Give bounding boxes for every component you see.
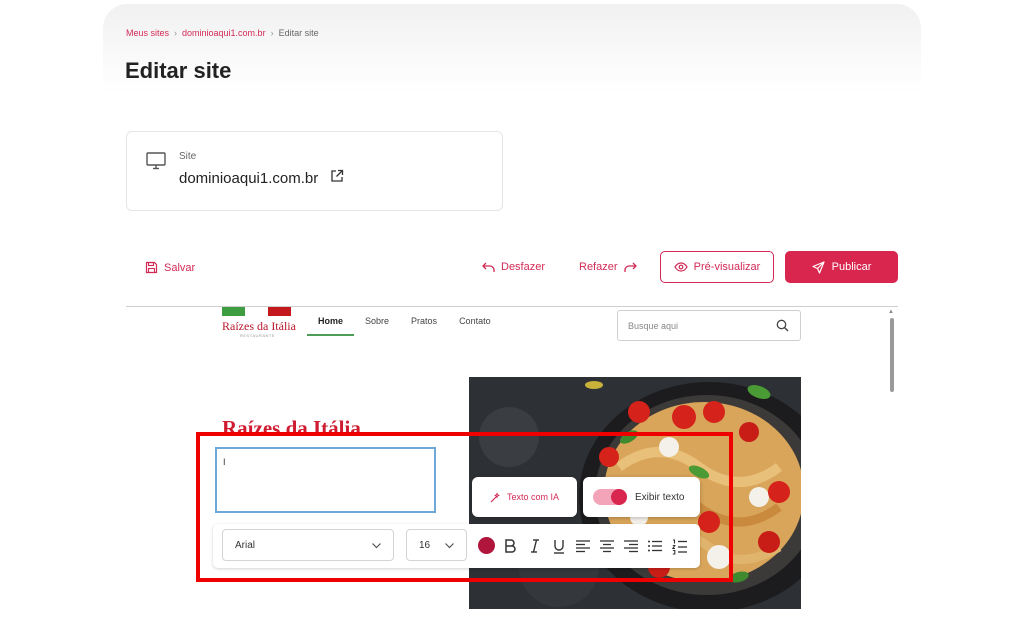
font-family-value: Arial bbox=[235, 539, 256, 551]
nav-item-pratos[interactable]: Pratos bbox=[400, 316, 448, 336]
save-button[interactable]: Salvar bbox=[145, 261, 195, 274]
align-center-icon[interactable] bbox=[598, 537, 616, 555]
preview-button[interactable]: Pré-visualizar bbox=[660, 251, 774, 283]
ai-text-label: Texto com IA bbox=[506, 492, 560, 502]
scroll-up-icon[interactable]: ▲ bbox=[888, 309, 894, 315]
redo-label: Refazer bbox=[579, 261, 618, 273]
logo-name: Raízes da Itália bbox=[222, 319, 296, 333]
site-label: Site bbox=[179, 151, 197, 162]
undo-label: Desfazer bbox=[501, 261, 546, 273]
send-icon bbox=[812, 260, 825, 274]
site-domain: dominioaqui1.com.br bbox=[179, 170, 319, 187]
nav-item-home[interactable]: Home bbox=[307, 316, 355, 336]
flag-red-stripe bbox=[268, 307, 291, 316]
font-size-select[interactable]: 16 bbox=[406, 529, 467, 561]
show-text-toggle[interactable] bbox=[593, 489, 627, 505]
breadcrumb-domain[interactable]: dominioaqui1.com.br bbox=[182, 28, 266, 38]
undo-icon bbox=[482, 262, 495, 272]
chevron-down-icon bbox=[372, 543, 381, 549]
flag-green-stripe bbox=[222, 307, 245, 316]
font-size-value: 16 bbox=[419, 539, 431, 551]
bullet-list-icon[interactable] bbox=[646, 537, 664, 555]
align-left-icon[interactable] bbox=[574, 537, 592, 555]
eye-icon bbox=[673, 262, 688, 272]
magic-wand-icon bbox=[490, 491, 500, 502]
save-label: Salvar bbox=[164, 261, 196, 274]
undo-button[interactable]: Desfazer bbox=[482, 261, 545, 273]
chevron-right-icon: › bbox=[270, 28, 274, 38]
save-icon bbox=[145, 261, 158, 274]
align-right-icon[interactable] bbox=[622, 537, 640, 555]
chevron-right-icon: › bbox=[174, 28, 178, 38]
font-family-select[interactable]: Arial bbox=[222, 529, 394, 561]
show-text-label: Exibir texto bbox=[635, 491, 685, 503]
preview-label: Pré-visualizar bbox=[693, 261, 761, 273]
site-logo[interactable]: Raízes da Itália RESTAURANTE bbox=[222, 307, 296, 341]
publish-label: Publicar bbox=[831, 261, 872, 273]
breadcrumb-my-sites[interactable]: Meus sites bbox=[126, 28, 169, 38]
publish-button[interactable]: Publicar bbox=[785, 251, 898, 283]
hero-title: Raízes da Itália bbox=[222, 416, 361, 440]
breadcrumb-current: Editar site bbox=[278, 28, 319, 38]
show-text-toggle-card: Exibir texto bbox=[583, 477, 700, 517]
search-icon[interactable] bbox=[776, 319, 789, 332]
toggle-knob bbox=[611, 489, 627, 505]
numbered-list-icon[interactable] bbox=[671, 537, 689, 555]
nav-item-sobre[interactable]: Sobre bbox=[354, 316, 400, 336]
site-card: Site dominioaqui1.com.br bbox=[126, 131, 503, 211]
external-link-icon[interactable] bbox=[330, 169, 344, 183]
redo-icon bbox=[623, 262, 637, 272]
bold-icon[interactable] bbox=[501, 537, 519, 555]
site-nav: Home Sobre Pratos Contato bbox=[307, 316, 502, 336]
site-search bbox=[617, 310, 801, 341]
preview-scrollbar[interactable] bbox=[890, 318, 894, 392]
chevron-down-icon bbox=[445, 543, 454, 549]
monitor-icon bbox=[146, 152, 166, 170]
page-title: Editar site bbox=[125, 58, 232, 83]
redo-button[interactable]: Refazer bbox=[579, 261, 637, 273]
logo-tagline: RESTAURANTE bbox=[240, 333, 275, 338]
breadcrumb: Meus sites › dominioaqui1.com.br › Edita… bbox=[126, 28, 319, 38]
search-input[interactable] bbox=[628, 320, 768, 331]
ai-text-button[interactable]: Texto com IA bbox=[472, 477, 577, 517]
nav-item-contato[interactable]: Contato bbox=[448, 316, 502, 336]
italic-icon[interactable] bbox=[526, 537, 544, 555]
text-color-picker[interactable] bbox=[478, 537, 495, 554]
underline-icon[interactable] bbox=[550, 537, 568, 555]
text-edit-area[interactable]: I bbox=[215, 447, 436, 513]
